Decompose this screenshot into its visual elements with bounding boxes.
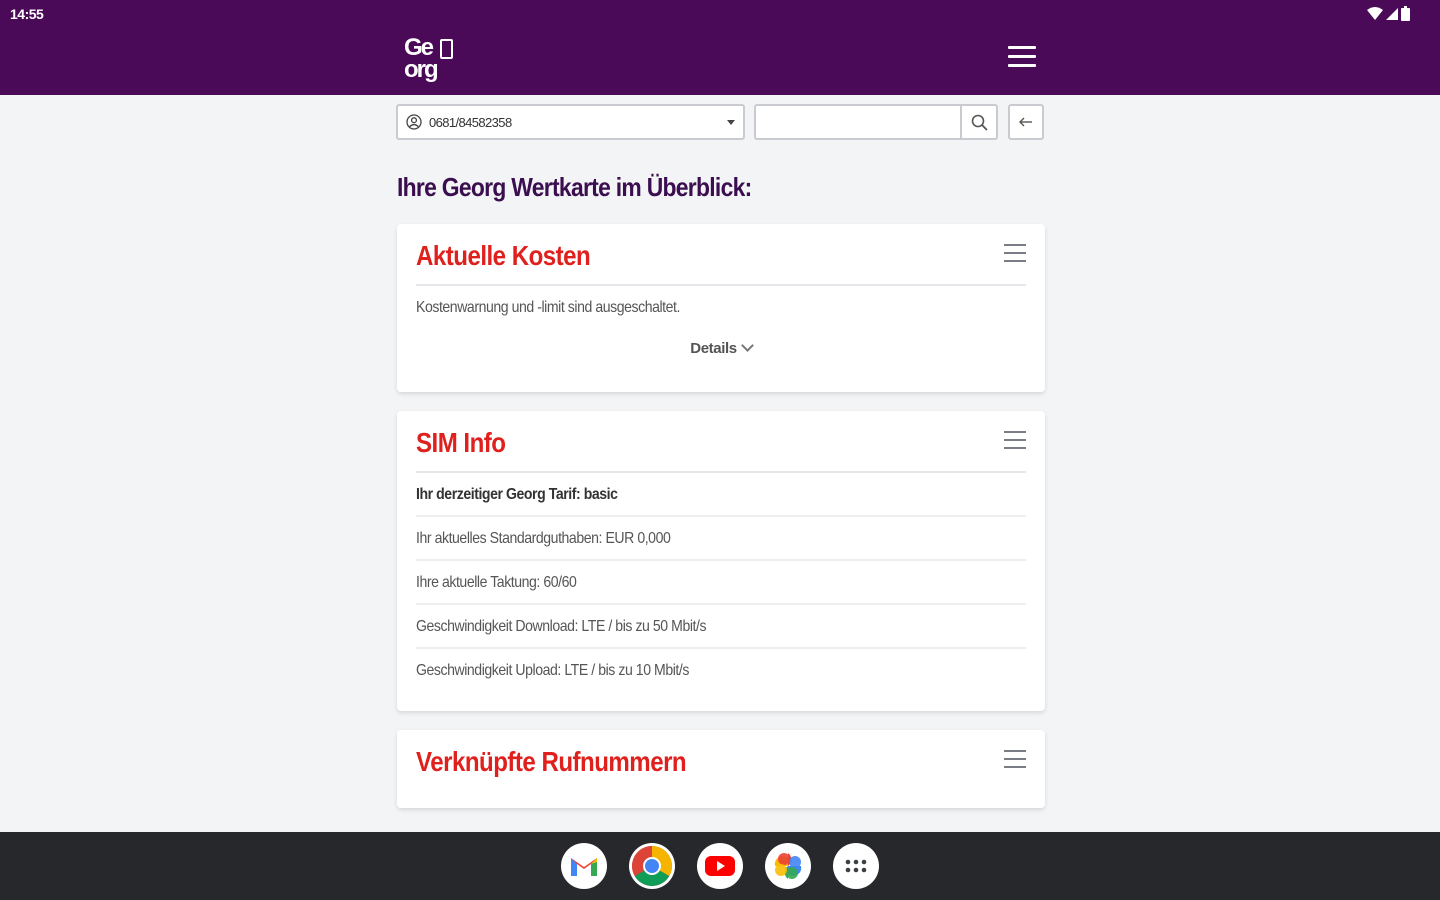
costs-card-title: Aktuelle Kosten <box>416 240 591 271</box>
chrome-icon[interactable] <box>629 843 675 889</box>
linked-card-title: Verknüpfte Rufnummern <box>416 746 687 777</box>
linked-numbers-card: Verknüpfte Rufnummern <box>397 730 1045 808</box>
youtube-icon[interactable] <box>697 843 743 889</box>
logo-text-bottom: org <box>404 56 439 83</box>
battery-icon <box>1401 6 1410 21</box>
sim-billing-row: Ihre aktuelle Taktung: 60/60 <box>416 561 1026 605</box>
arrow-left-icon <box>1019 117 1032 127</box>
search-box <box>754 104 998 140</box>
signal-icon <box>1386 7 1398 20</box>
back-button[interactable] <box>1008 104 1044 140</box>
selected-phone-number: 0681/84582358 <box>429 114 512 130</box>
sim-tariff-row: Ihr derzeitiger Georg Tarif: basic <box>416 473 1026 517</box>
search-input[interactable] <box>756 106 962 138</box>
sim-download-row: Geschwindigkeit Download: LTE / bis zu 5… <box>416 605 1026 649</box>
photos-icon[interactable] <box>765 843 811 889</box>
linked-card-menu-button[interactable] <box>1004 750 1026 770</box>
costs-card: Aktuelle Kosten Kostenwarnung und -limit… <box>397 224 1045 392</box>
search-button[interactable] <box>960 106 996 138</box>
system-taskbar <box>0 832 1440 900</box>
phone-number-select[interactable]: 0681/84582358 <box>396 104 745 140</box>
costs-card-menu-button[interactable] <box>1004 244 1026 264</box>
sim-card-title: SIM Info <box>416 427 506 458</box>
page-title: Ihre Georg Wertkarte im Überblick: <box>397 172 752 202</box>
sim-upload-row: Geschwindigkeit Upload: LTE / bis zu 10 … <box>416 662 689 679</box>
app-drawer-icon[interactable] <box>833 843 879 889</box>
user-circle-icon <box>406 114 422 130</box>
sim-card-menu-button[interactable] <box>1004 431 1026 451</box>
georg-logo[interactable]: Ge org <box>404 36 456 88</box>
chevron-down-icon <box>740 339 754 352</box>
cost-warning-text: Kostenwarnung und -limit sind ausgeschal… <box>416 299 680 316</box>
status-icons <box>1367 6 1410 21</box>
logo-phone-icon <box>440 39 453 59</box>
status-time: 14:55 <box>10 6 44 22</box>
hamburger-menu-button[interactable] <box>1008 46 1036 72</box>
sim-balance-row: Ihr aktuelles Standardguthaben: EUR 0,00… <box>416 517 1026 561</box>
details-toggle[interactable]: Details <box>397 339 1045 357</box>
card-header: Aktuelle Kosten <box>416 224 1026 286</box>
card-header: SIM Info <box>416 411 1026 473</box>
toolbar: 0681/84582358 <box>396 104 1046 142</box>
search-icon <box>971 114 988 131</box>
gmail-icon[interactable] <box>561 843 607 889</box>
app-header: 14:55 Ge org <box>0 0 1440 95</box>
card-header: Verknüpfte Rufnummern <box>416 730 1026 792</box>
details-label: Details <box>690 340 737 357</box>
chevron-down-icon <box>727 120 735 125</box>
sim-info-card: SIM Info Ihr derzeitiger Georg Tarif: ba… <box>397 411 1045 711</box>
wifi-icon <box>1367 6 1383 20</box>
app-dock <box>561 843 879 889</box>
